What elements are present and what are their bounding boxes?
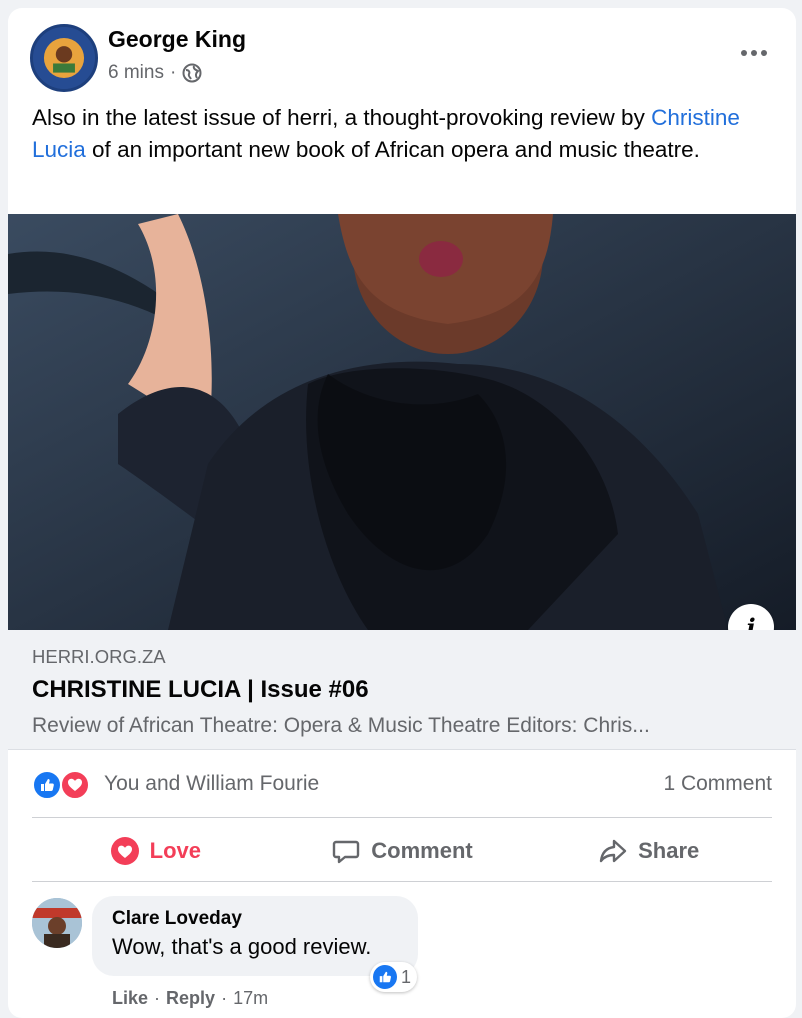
comment-like-button[interactable]: Like: [112, 988, 148, 1009]
comment-bubble: Clare Loveday Wow, that's a good review.: [92, 896, 418, 976]
comment-action-separator: ·: [221, 988, 228, 1008]
divider: [32, 881, 772, 882]
commenter-avatar[interactable]: [32, 898, 82, 948]
post-text: Also in the latest issue of herri, a tho…: [32, 102, 772, 166]
meta-separator: ·: [169, 62, 177, 83]
post-text-after: of an important new book of African oper…: [85, 137, 700, 162]
comment-actions: Like · Reply · 17m: [112, 988, 268, 1009]
link-description: Review of African Theatre: Opera & Music…: [32, 714, 650, 737]
post-actions: Love Comment Share: [32, 820, 772, 882]
author-avatar[interactable]: [30, 24, 98, 92]
love-label: Love: [149, 838, 202, 863]
post-card: George King 6 mins · Also in the latest …: [8, 8, 796, 1018]
like-icon: [32, 770, 62, 800]
commenter-name[interactable]: Clare Loveday: [112, 908, 398, 930]
ellipsis-icon: [741, 50, 747, 56]
comment: Clare Loveday Wow, that's a good review.…: [32, 896, 772, 1009]
comment-label: Comment: [371, 838, 473, 863]
comment-count[interactable]: 1 Comment: [663, 772, 772, 796]
divider: [32, 817, 772, 818]
comment-icon: [331, 836, 361, 866]
comment-time[interactable]: 17m: [233, 988, 268, 1009]
comment-reaction-badge[interactable]: 1: [370, 962, 418, 992]
love-icon: [110, 836, 140, 866]
love-icon: [60, 770, 90, 800]
link-preview-image[interactable]: [8, 214, 796, 630]
link-preview[interactable]: HERRI.ORG.ZA CHRISTINE LUCIA | Issue #06…: [8, 630, 796, 750]
comment-button[interactable]: Comment: [279, 820, 526, 882]
comment-action-separator: ·: [154, 988, 161, 1008]
post-meta: 6 mins ·: [108, 62, 202, 84]
comment-reaction-count: 1: [401, 966, 412, 987]
post-header: George King 6 mins ·: [8, 8, 796, 104]
post-text-before: Also in the latest issue of herri, a tho…: [32, 105, 652, 130]
comment-reply-button[interactable]: Reply: [166, 988, 215, 1009]
comment-text: Wow, that's a good review.: [112, 934, 372, 959]
reaction-names[interactable]: You and William Fourie: [104, 772, 319, 796]
link-domain: HERRI.ORG.ZA: [32, 646, 166, 667]
author-name[interactable]: George King: [108, 26, 246, 53]
love-button[interactable]: Love: [32, 820, 279, 882]
post-time[interactable]: 6 mins: [108, 62, 164, 84]
link-title[interactable]: CHRISTINE LUCIA | Issue #06: [32, 676, 369, 704]
more-options-button[interactable]: [734, 38, 774, 68]
share-label: Share: [638, 838, 700, 863]
share-button[interactable]: Share: [525, 820, 772, 882]
share-icon: [598, 836, 628, 866]
reaction-summary[interactable]: You and William Fourie 1 Comment: [32, 768, 772, 808]
reaction-icons[interactable]: [32, 770, 94, 802]
like-icon: [373, 965, 397, 989]
globe-icon[interactable]: [182, 63, 202, 83]
